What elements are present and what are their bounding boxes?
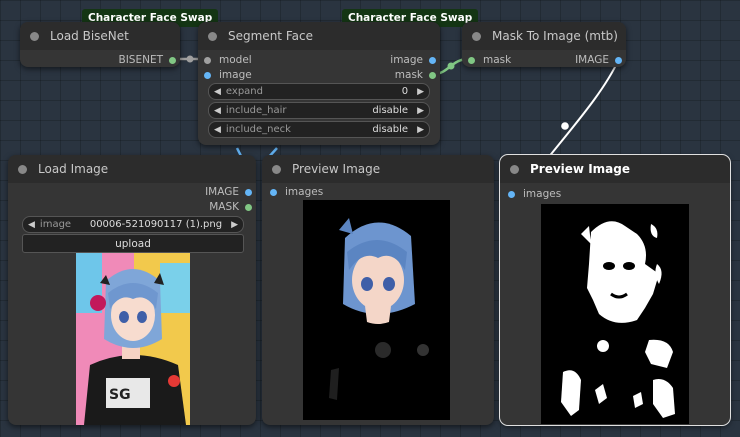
decrement-arrow-icon[interactable]: ◀ [23, 220, 40, 230]
slot-label: image [390, 54, 423, 66]
collapse-dot-icon[interactable] [472, 31, 481, 41]
collapse-dot-icon[interactable] [272, 164, 281, 174]
collapse-dot-icon[interactable] [208, 31, 217, 41]
output-slot-image[interactable]: image [390, 54, 436, 66]
collapse-dot-icon[interactable] [30, 31, 39, 41]
node-title: Preview Image [292, 162, 381, 176]
slot-dot-icon[interactable] [508, 190, 515, 198]
wire-midpoint-image [561, 122, 569, 130]
widget-label: image [39, 219, 72, 230]
output-slot-image[interactable]: IMAGE [205, 186, 252, 198]
input-slot-mask[interactable]: mask [468, 54, 511, 66]
node-title: Preview Image [530, 162, 630, 176]
node-segment-face[interactable]: Segment Face model image image mask ◀ ex… [198, 22, 440, 145]
output-slot-mask[interactable]: mask [395, 69, 436, 81]
node-load-image[interactable]: Load Image IMAGE MASK ◀ image 00006-5210… [8, 155, 256, 425]
increment-arrow-icon[interactable]: ▶ [226, 220, 243, 230]
input-slot-model[interactable]: model [204, 54, 252, 66]
slot-label: IMAGE [575, 54, 609, 66]
node-title: Segment Face [228, 29, 313, 43]
slot-label: IMAGE [205, 186, 239, 198]
node-title-bar[interactable]: Mask To Image (mtb) [462, 22, 626, 50]
svg-text:SG: SG [109, 387, 131, 403]
slot-label: images [285, 186, 324, 198]
slot-dot-icon[interactable] [245, 203, 252, 211]
collapse-dot-icon[interactable] [510, 164, 519, 174]
node-title-bar[interactable]: Preview Image [262, 155, 494, 183]
slot-label: model [219, 54, 252, 66]
node-title: Load Image [38, 162, 109, 176]
input-slot-image[interactable]: image [204, 69, 252, 81]
slot-dot-icon[interactable] [615, 56, 622, 64]
node-title-bar[interactable]: Preview Image [500, 155, 730, 183]
widget-value: disable [372, 124, 409, 135]
slot-label: BISENET [118, 54, 163, 66]
widget-image-select[interactable]: ◀ image 00006-521090117 (1).png ▶ [22, 216, 244, 233]
node-load-bisenet[interactable]: Load BiseNet BISENET [20, 22, 180, 67]
increment-arrow-icon[interactable]: ▶ [412, 106, 429, 116]
increment-arrow-icon[interactable]: ▶ [412, 87, 429, 97]
widget-label: include_neck [225, 124, 291, 135]
node-title-bar[interactable]: Segment Face [198, 22, 440, 50]
input-slot-images[interactable]: images [508, 188, 561, 200]
slot-dot-icon[interactable] [429, 56, 436, 64]
node-title: Load BiseNet [50, 29, 129, 43]
widget-label: include_hair [225, 105, 287, 116]
slot-dot-icon[interactable] [169, 56, 176, 64]
loaded-image-thumbnail: SG [76, 253, 190, 425]
preview-mask-image [541, 204, 689, 424]
widget-label: expand [225, 86, 263, 97]
upload-button[interactable]: upload [22, 234, 244, 253]
output-slot-bisenet[interactable]: BISENET [118, 54, 176, 66]
slot-dot-icon[interactable] [468, 56, 475, 64]
output-slot-image[interactable]: IMAGE [575, 54, 622, 66]
slot-dot-icon[interactable] [429, 71, 436, 79]
collapse-dot-icon[interactable] [18, 164, 27, 174]
slot-dot-icon[interactable] [245, 188, 252, 196]
slot-dot-icon[interactable] [204, 56, 211, 64]
slot-dot-icon[interactable] [204, 71, 211, 79]
widget-expand[interactable]: ◀ expand 0 ▶ [208, 83, 430, 100]
slot-label: images [523, 188, 562, 200]
node-preview-image-selected[interactable]: Preview Image images [499, 154, 731, 426]
wire-midpoint-bisenet [186, 55, 194, 63]
node-title: Mask To Image (mtb) [492, 29, 618, 43]
decrement-arrow-icon[interactable]: ◀ [209, 87, 226, 97]
slot-label: mask [483, 54, 512, 66]
output-slot-mask[interactable]: MASK [209, 201, 252, 213]
increment-arrow-icon[interactable]: ▶ [412, 125, 429, 135]
widget-include-neck[interactable]: ◀ include_neck disable ▶ [208, 121, 430, 138]
slot-label: image [219, 69, 252, 81]
slot-dot-icon[interactable] [270, 188, 277, 196]
decrement-arrow-icon[interactable]: ◀ [209, 125, 226, 135]
node-preview-image[interactable]: Preview Image images [262, 155, 494, 425]
node-title-bar[interactable]: Load Image [8, 155, 256, 183]
node-mask-to-image[interactable]: Mask To Image (mtb) mask IMAGE [462, 22, 626, 67]
preview-segmented-face-image [303, 200, 450, 420]
decrement-arrow-icon[interactable]: ◀ [209, 106, 226, 116]
input-slot-images[interactable]: images [270, 186, 323, 198]
wire-midpoint-mask [447, 62, 455, 70]
slot-label: MASK [209, 201, 239, 213]
node-title-bar[interactable]: Load BiseNet [20, 22, 180, 50]
slot-label: mask [394, 69, 423, 81]
widget-include-hair[interactable]: ◀ include_hair disable ▶ [208, 102, 430, 119]
widget-value: 0 [401, 86, 409, 97]
widget-value: 00006-521090117 (1).png [89, 219, 223, 230]
widget-value: disable [372, 105, 409, 116]
